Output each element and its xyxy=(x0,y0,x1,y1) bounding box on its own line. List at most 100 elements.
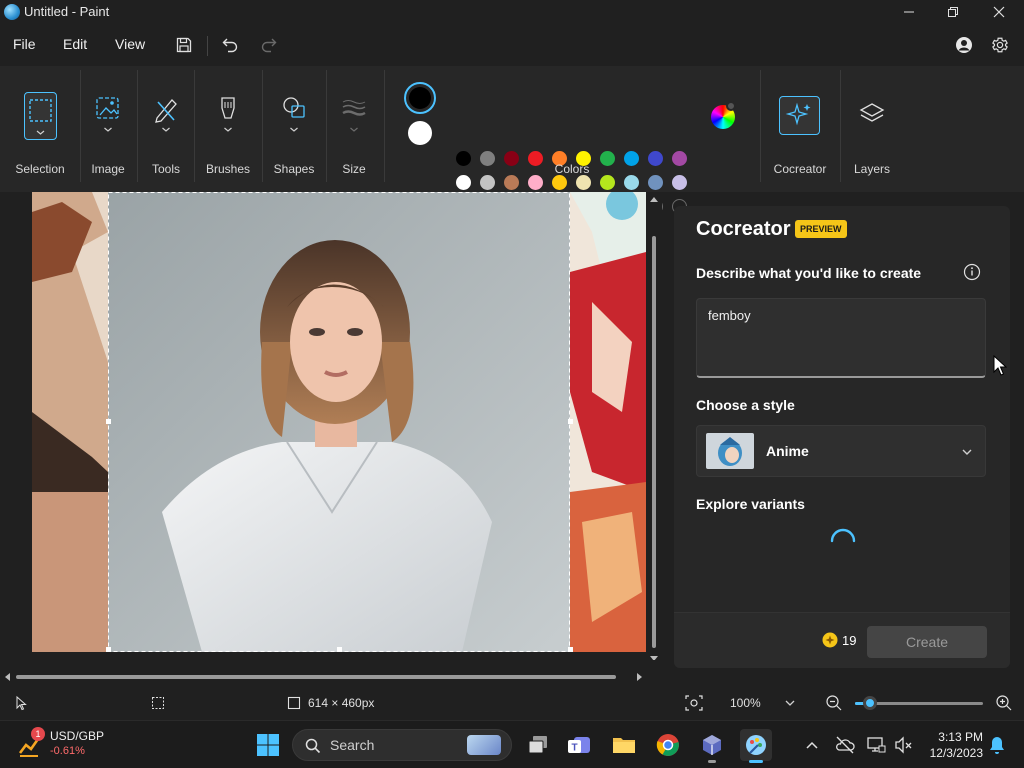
vertical-scrollbar[interactable] xyxy=(648,192,660,661)
onedrive-button[interactable] xyxy=(835,735,855,755)
restore-button[interactable] xyxy=(930,0,976,24)
palette-color-swatch[interactable] xyxy=(600,175,615,190)
secondary-color-button[interactable] xyxy=(408,121,432,145)
widget-value: -0.61% xyxy=(50,745,85,757)
zoom-dropdown[interactable]: 100% xyxy=(718,690,806,716)
menu-file[interactable]: File xyxy=(13,36,36,52)
visual-studio-app[interactable] xyxy=(696,729,728,763)
tools-button[interactable] xyxy=(150,94,182,138)
account-icon xyxy=(956,37,972,53)
palette-color-swatch[interactable] xyxy=(480,151,495,166)
notifications-button[interactable] xyxy=(988,735,1006,755)
redo-button[interactable] xyxy=(256,32,282,58)
status-bar: 614 × 460px 100% xyxy=(0,686,1024,720)
undo-button[interactable] xyxy=(217,32,243,58)
volume-button[interactable] xyxy=(893,735,913,755)
palette-color-swatch[interactable] xyxy=(648,175,663,190)
paint-palette-icon xyxy=(746,735,766,755)
chevron-down-icon xyxy=(784,697,796,712)
prompt-textarea[interactable]: femboy xyxy=(696,298,986,378)
undo-icon xyxy=(222,38,238,53)
paint-app-icon xyxy=(4,4,20,20)
palette-color-swatch[interactable] xyxy=(528,175,543,190)
horizontal-scrollbar-track xyxy=(5,673,642,681)
zoom-out-button[interactable] xyxy=(825,694,843,712)
ribbon-divider xyxy=(840,70,841,182)
settings-button[interactable] xyxy=(987,32,1013,58)
selection-tool-button[interactable] xyxy=(24,92,57,140)
taskbar-search[interactable]: Search xyxy=(292,729,512,761)
palette-color-swatch[interactable] xyxy=(576,175,591,190)
show-hidden-icons-button[interactable] xyxy=(804,737,820,753)
palette-color-swatch[interactable] xyxy=(624,175,639,190)
zoom-slider[interactable] xyxy=(855,696,983,710)
selection-label: Selection xyxy=(15,162,65,176)
drawing-canvas[interactable] xyxy=(32,192,646,652)
cloud-offline-icon xyxy=(836,736,855,754)
close-button[interactable] xyxy=(976,0,1022,24)
palette-color-swatch[interactable] xyxy=(600,151,615,166)
mouse-cursor-icon xyxy=(993,354,1008,377)
cocreator-button[interactable] xyxy=(779,96,820,135)
palette-color-swatch[interactable] xyxy=(456,175,471,190)
chrome-app[interactable] xyxy=(652,729,684,761)
palette-color-swatch[interactable] xyxy=(456,151,471,166)
ribbon-divider xyxy=(194,70,195,182)
menu-view[interactable]: View xyxy=(115,36,145,52)
layers-icon xyxy=(859,103,885,122)
restore-icon xyxy=(948,7,958,17)
canvas-size-icon xyxy=(286,695,302,711)
palette-color-swatch[interactable] xyxy=(552,175,567,190)
color-picker-dot xyxy=(726,101,736,111)
task-view-button[interactable] xyxy=(522,729,554,761)
fit-to-window-button[interactable] xyxy=(684,694,704,712)
save-button[interactable] xyxy=(171,32,197,58)
palette-color-swatch[interactable] xyxy=(480,175,495,190)
shapes-button[interactable] xyxy=(278,94,310,138)
clock[interactable]: 3:13 PM 12/3/2023 xyxy=(923,729,983,761)
edit-colors-button[interactable] xyxy=(709,101,737,129)
file-explorer-app[interactable] xyxy=(608,729,640,761)
taskbar: 1 USD/GBP -0.61% Search T 3:13 PM 12/3/2… xyxy=(0,720,1024,768)
zoom-slider-thumb[interactable] xyxy=(863,696,878,710)
window-title: Untitled - Paint xyxy=(24,4,110,19)
palette-color-swatch[interactable] xyxy=(672,175,687,190)
image-tool-button[interactable] xyxy=(92,94,124,138)
account-button[interactable] xyxy=(951,32,977,58)
start-button[interactable] xyxy=(252,729,284,761)
paint-taskbar-app[interactable] xyxy=(740,729,772,763)
palette-color-swatch[interactable] xyxy=(648,151,663,166)
horizontal-scrollbar[interactable] xyxy=(0,670,650,682)
canvas-dimensions: 614 × 460px xyxy=(308,696,375,710)
brushes-label: Brushes xyxy=(205,162,251,176)
network-button[interactable] xyxy=(866,735,886,755)
palette-color-swatch[interactable] xyxy=(504,151,519,166)
menu-edit[interactable]: Edit xyxy=(63,36,87,52)
teams-app[interactable]: T xyxy=(563,729,595,761)
minimize-button[interactable] xyxy=(886,0,932,24)
palette-color-swatch[interactable] xyxy=(624,151,639,166)
chrome-icon xyxy=(656,734,679,756)
currency-widget[interactable]: 1 USD/GBP -0.61% xyxy=(12,727,122,763)
search-highlight-icon xyxy=(467,735,501,755)
layers-button[interactable] xyxy=(856,98,888,132)
palette-color-swatch[interactable] xyxy=(672,151,687,166)
size-button[interactable] xyxy=(338,94,370,138)
create-button[interactable]: Create xyxy=(867,626,987,658)
palette-color-swatch[interactable] xyxy=(528,151,543,166)
app-active-indicator xyxy=(749,760,763,763)
svg-text:T: T xyxy=(571,743,577,754)
style-dropdown[interactable]: Anime xyxy=(696,425,986,477)
search-icon xyxy=(305,738,321,754)
credits-count: 19 xyxy=(842,633,857,648)
variants-label: Explore variants xyxy=(696,496,805,512)
zoom-in-button[interactable] xyxy=(995,694,1013,712)
info-button[interactable] xyxy=(963,263,981,281)
loading-spinner-icon xyxy=(828,526,858,556)
palette-color-swatch[interactable] xyxy=(504,175,519,190)
info-icon xyxy=(963,263,981,281)
ribbon-divider xyxy=(80,70,81,182)
primary-color-button[interactable] xyxy=(404,82,436,114)
style-value: Anime xyxy=(766,443,809,459)
brushes-button[interactable] xyxy=(212,94,244,138)
